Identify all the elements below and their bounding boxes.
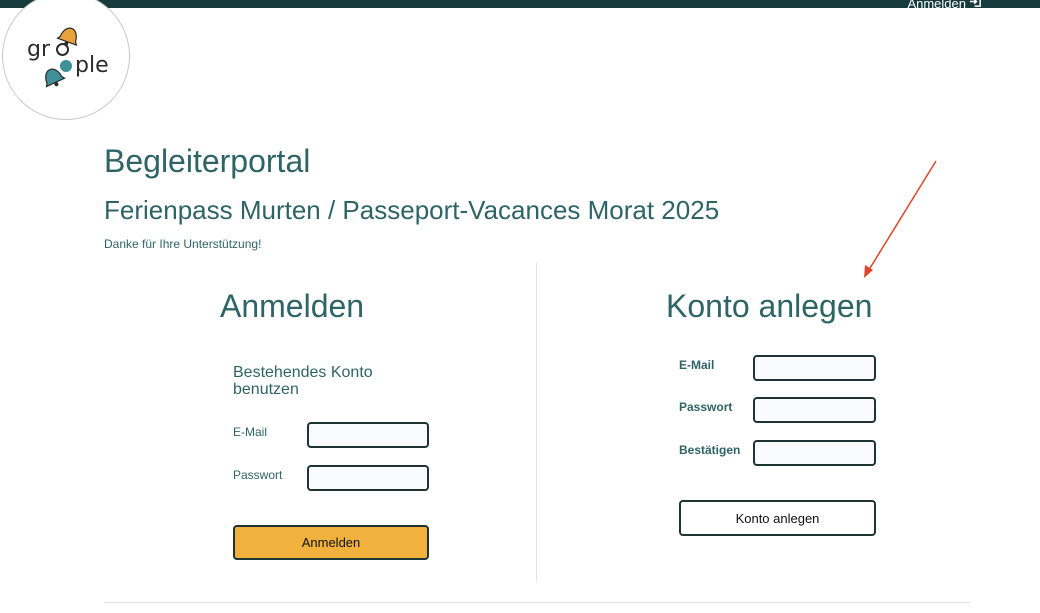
login-button-label: Anmelden xyxy=(301,535,361,550)
top-navigation-bar: Anmelden xyxy=(0,0,1040,11)
thanks-message: Danke für Ihre Unterstützung! xyxy=(104,237,262,251)
topbar-login-label: Anmelden xyxy=(907,0,966,11)
sign-in-icon xyxy=(969,0,982,11)
register-email-field[interactable] xyxy=(753,355,876,381)
register-section-title: Konto anlegen xyxy=(666,288,873,324)
login-password-label: Passwort xyxy=(233,468,283,482)
page-subtitle: Ferienpass Murten / Passeport-Vacances M… xyxy=(104,195,720,225)
register-password-label: Passwort xyxy=(679,400,733,414)
register-email-label: E-Mail xyxy=(679,358,715,372)
login-email-label: E-Mail xyxy=(233,425,268,439)
footer-divider xyxy=(104,602,970,603)
login-password-field[interactable] xyxy=(307,465,429,491)
groople-logo-graphic: gr ple xyxy=(27,27,109,88)
column-divider xyxy=(536,262,537,582)
topbar-login-link[interactable]: Anmelden xyxy=(907,0,982,11)
groople-logo[interactable]: gr ple xyxy=(2,0,130,120)
register-button-label: Konto anlegen xyxy=(735,510,820,526)
login-section-title: Anmelden xyxy=(220,288,365,324)
login-button[interactable]: Anmelden xyxy=(233,525,429,560)
svg-text:gr: gr xyxy=(27,37,51,62)
register-button[interactable]: Konto anlegen xyxy=(679,500,876,536)
register-confirm-label: Bestätigen xyxy=(679,443,741,457)
login-email-field[interactable] xyxy=(307,422,429,448)
register-password-field[interactable] xyxy=(753,397,876,423)
register-confirm-field[interactable] xyxy=(753,440,876,466)
annotation-arrow-icon xyxy=(864,160,937,278)
page-title: Begleiterportal xyxy=(104,143,311,179)
svg-text:ple: ple xyxy=(75,53,109,78)
existing-account-heading: Bestehendes Konto benutzen xyxy=(233,364,373,398)
